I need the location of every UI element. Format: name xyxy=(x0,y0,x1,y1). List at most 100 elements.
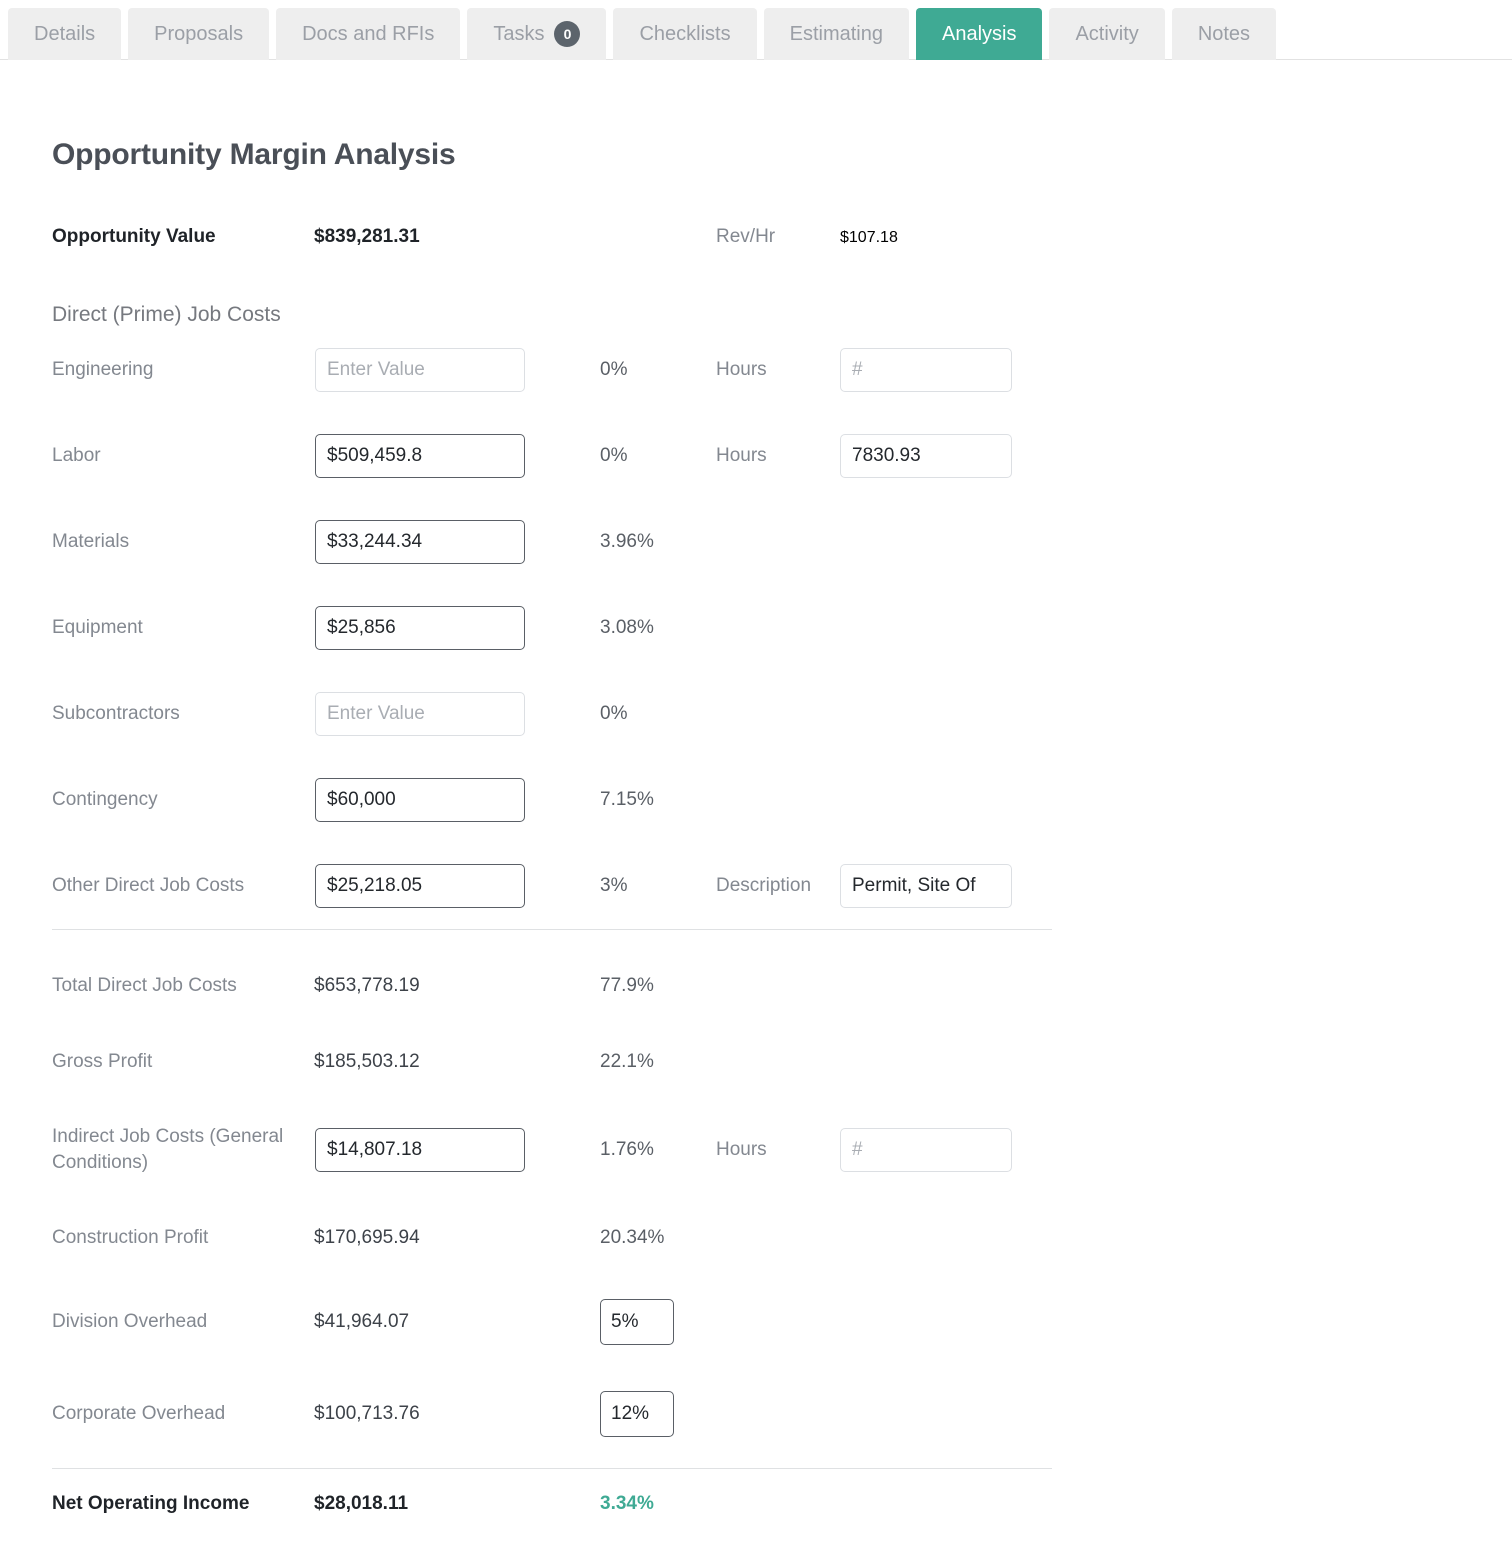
engineering-hours-label: Hours xyxy=(716,359,767,380)
tab-analysis[interactable]: Analysis xyxy=(915,8,1043,60)
corporate-overhead-pct-input[interactable] xyxy=(600,1391,674,1437)
row-contingency: Contingency 7.15% xyxy=(52,757,1052,843)
other-direct-description-slot xyxy=(840,864,1052,908)
tab-bar: Details Proposals Docs and RFIs Tasks 0 … xyxy=(0,0,1512,60)
materials-percent: 3.96% xyxy=(600,531,654,552)
division-overhead-pct-slot xyxy=(600,1299,716,1345)
division-overhead-value: $41,964.07 xyxy=(314,1311,410,1332)
row-indirect-job-costs: Indirect Job Costs (General Conditions) … xyxy=(52,1100,1052,1200)
labor-hours-slot xyxy=(840,434,1052,478)
total-direct-percent: 77.9% xyxy=(600,975,654,996)
other-direct-description-input[interactable] xyxy=(840,864,1012,908)
net-operating-income-label: Net Operating Income xyxy=(52,1493,250,1514)
corporate-overhead-pct-slot xyxy=(600,1391,716,1437)
row-construction-profit: Construction Profit $170,695.94 20.34% xyxy=(52,1200,1052,1276)
subcontractors-value-input[interactable] xyxy=(315,692,525,736)
rev-hr-value: $107.18 xyxy=(840,229,898,246)
tab-label: Activity xyxy=(1075,22,1139,45)
tab-activity[interactable]: Activity xyxy=(1049,8,1165,60)
other-direct-description-label: Description xyxy=(716,875,812,896)
indirect-hours-slot xyxy=(840,1128,1052,1172)
row-label: Materials xyxy=(52,531,130,552)
tab-estimating[interactable]: Estimating xyxy=(763,8,909,60)
row-label: Subcontractors xyxy=(52,703,180,724)
total-direct-value: $653,778.19 xyxy=(314,975,420,996)
tab-label: Checklists xyxy=(639,22,731,45)
labor-value-slot xyxy=(314,434,600,478)
net-operating-income-percent: 3.34% xyxy=(600,1493,654,1514)
tab-label: Analysis xyxy=(941,22,1017,45)
row-engineering: Engineering 0% Hours xyxy=(52,327,1052,413)
tab-docs-and-rfis[interactable]: Docs and RFIs xyxy=(276,8,461,60)
contingency-percent: 7.15% xyxy=(600,789,654,810)
row-net-operating-income: Net Operating Income $28,018.11 3.34% xyxy=(52,1469,1052,1539)
labor-value-input[interactable] xyxy=(315,434,525,478)
row-label: Construction Profit xyxy=(52,1227,209,1248)
engineering-percent: 0% xyxy=(600,359,628,380)
row-label: Equipment xyxy=(52,617,143,638)
gross-profit-value: $185,503.12 xyxy=(314,1051,420,1072)
materials-value-input[interactable] xyxy=(315,520,525,564)
gross-profit-percent: 22.1% xyxy=(600,1051,654,1072)
indirect-percent: 1.76% xyxy=(600,1139,654,1160)
subcontractors-value-slot xyxy=(314,692,600,736)
engineering-value-slot xyxy=(314,348,600,392)
tab-label: Proposals xyxy=(154,22,244,45)
row-label: Labor xyxy=(52,445,101,466)
tab-checklists[interactable]: Checklists xyxy=(613,8,757,60)
row-other-direct-job-costs: Other Direct Job Costs 3% Description xyxy=(52,843,1052,929)
engineering-hours-slot xyxy=(840,348,1052,392)
row-total-direct-job-costs: Total Direct Job Costs $653,778.19 77.9% xyxy=(52,948,1052,1024)
equipment-percent: 3.08% xyxy=(600,617,654,638)
division-overhead-pct-input[interactable] xyxy=(600,1299,674,1345)
labor-hours-input[interactable] xyxy=(840,434,1012,478)
contingency-value-input[interactable] xyxy=(315,778,525,822)
direct-job-costs-caption: Direct (Prime) Job Costs xyxy=(52,303,281,326)
contingency-value-slot xyxy=(314,778,600,822)
equipment-value-slot xyxy=(314,606,600,650)
row-label: Total Direct Job Costs xyxy=(52,975,237,996)
row-gross-profit: Gross Profit $185,503.12 22.1% xyxy=(52,1024,1052,1100)
construction-profit-percent: 20.34% xyxy=(600,1227,665,1248)
labor-hours-label: Hours xyxy=(716,445,767,466)
tab-label: Notes xyxy=(1197,22,1251,45)
rev-hr-label: Rev/Hr xyxy=(716,226,776,247)
opportunity-value-amount: $839,281.31 xyxy=(314,226,420,247)
row-label: Contingency xyxy=(52,789,158,810)
row-label: Division Overhead xyxy=(52,1311,208,1332)
engineering-hours-input[interactable] xyxy=(840,348,1012,392)
indirect-value-slot xyxy=(314,1128,600,1172)
corporate-overhead-value: $100,713.76 xyxy=(314,1403,420,1424)
row-label: Corporate Overhead xyxy=(52,1403,226,1424)
row-division-overhead: Division Overhead $41,964.07 xyxy=(52,1276,1052,1368)
row-equipment: Equipment 3.08% xyxy=(52,585,1052,671)
tab-tasks[interactable]: Tasks 0 xyxy=(467,8,607,60)
analysis-page: Opportunity Margin Analysis Opportunity … xyxy=(0,138,1512,1539)
indirect-value-input[interactable] xyxy=(315,1128,525,1172)
tab-label: Docs and RFIs xyxy=(302,22,435,45)
opportunity-value-label: Opportunity Value xyxy=(52,226,216,247)
other-direct-percent: 3% xyxy=(600,875,628,896)
engineering-value-input[interactable] xyxy=(315,348,525,392)
other-direct-value-input[interactable] xyxy=(315,864,525,908)
labor-percent: 0% xyxy=(600,445,628,466)
tasks-count-badge: 0 xyxy=(554,21,581,47)
indirect-hours-label: Hours xyxy=(716,1139,767,1160)
row-label: Gross Profit xyxy=(52,1051,153,1072)
row-subcontractors: Subcontractors 0% xyxy=(52,671,1052,757)
tab-notes[interactable]: Notes xyxy=(1171,8,1277,60)
row-materials: Materials 3.96% xyxy=(52,499,1052,585)
equipment-value-input[interactable] xyxy=(315,606,525,650)
tab-label: Tasks xyxy=(493,22,545,45)
tab-label: Details xyxy=(34,22,96,45)
indirect-hours-input[interactable] xyxy=(840,1128,1012,1172)
margin-analysis-grid: Opportunity Value $839,281.31 Rev/Hr $10… xyxy=(52,226,1052,1539)
tab-details[interactable]: Details xyxy=(8,8,122,60)
divider-direct-costs xyxy=(52,929,1052,930)
tab-proposals[interactable]: Proposals xyxy=(128,8,270,60)
page-title: Opportunity Margin Analysis xyxy=(52,138,456,171)
other-direct-value-slot xyxy=(314,864,600,908)
row-corporate-overhead: Corporate Overhead $100,713.76 xyxy=(52,1368,1052,1460)
row-label: Engineering xyxy=(52,359,154,380)
materials-value-slot xyxy=(314,520,600,564)
